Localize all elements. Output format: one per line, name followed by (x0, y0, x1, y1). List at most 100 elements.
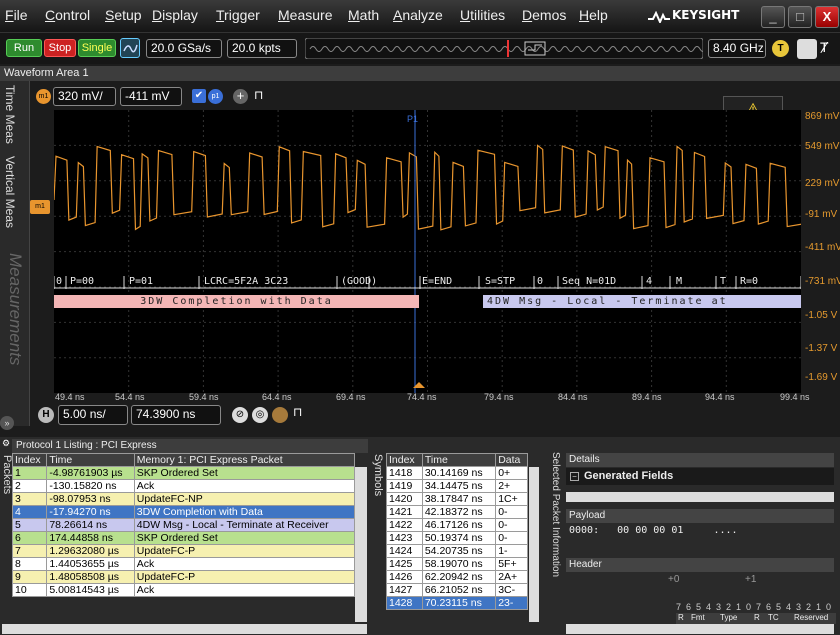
memory-depth-field[interactable]: 20.0 kpts (227, 39, 297, 58)
menu-control[interactable]: Control (45, 7, 90, 23)
gear-icon[interactable]: ⚙ (2, 438, 12, 448)
bit-label: 1 (736, 602, 742, 612)
zoom-icon[interactable]: ⊘ (232, 407, 248, 423)
y-tick-label: -1.69 V (805, 372, 838, 383)
symbol-row[interactable]: 1426 62.20942 ns 2A+ (386, 570, 528, 584)
navigate-icon[interactable] (272, 407, 288, 423)
menu-help[interactable]: Help (579, 7, 608, 23)
col-packet[interactable]: Memory 1: PCI Express Packet (133, 453, 356, 467)
symbol-row[interactable]: 1420 38.17847 ns 1C+ (386, 492, 528, 506)
menu-utilities[interactable]: Utilities (460, 7, 505, 23)
symbol-row[interactable]: 1421 42.18372 ns 0- (386, 505, 528, 519)
waveform-area-title: Waveform Area 1 (0, 66, 840, 81)
symbol-row[interactable]: 1419 34.14475 ns 2+ (386, 479, 528, 493)
header-field: Type (720, 613, 738, 622)
packet-row[interactable]: 6 174.44858 ns SKP Ordered Set (11, 531, 356, 545)
keysight-logo-icon (648, 11, 670, 23)
horizontal-badge[interactable]: H (38, 407, 54, 423)
tab-symbols[interactable]: Symbols (372, 454, 384, 496)
col-index[interactable]: Index (386, 453, 423, 467)
timeline-navigator[interactable] (305, 38, 703, 59)
symbol-row[interactable]: 1422 46.17126 ns 0- (386, 518, 528, 532)
p1-checkbox[interactable]: ✔ (192, 89, 206, 103)
x-tick-label: 74.4 ns (407, 392, 437, 402)
tab-time-meas[interactable]: Time Meas (3, 85, 17, 144)
horizontal-scale-field[interactable]: 5.00 ns/ (58, 405, 128, 425)
search-icon[interactable]: ◎ (252, 407, 268, 423)
p1-badge[interactable]: p1 (208, 89, 223, 104)
minimize-button[interactable]: _ (761, 6, 785, 28)
sample-rate-field[interactable]: 20.0 GSa/s (146, 39, 222, 58)
packet-row[interactable]: 9 1.48058508 µs UpdateFC-P (11, 570, 356, 584)
symbols-scrollbar[interactable] (529, 467, 539, 622)
vertical-offset-field[interactable]: -411 mV (120, 87, 182, 106)
symbol-row[interactable]: 1418 30.14169 ns 0+ (386, 466, 528, 480)
restore-button[interactable]: □ (788, 6, 812, 28)
packet-row[interactable]: 1 -4.98761903 µs SKP Ordered Set (11, 466, 356, 480)
menu-trigger[interactable]: Trigger (216, 7, 260, 23)
packet-hscrollbar[interactable] (2, 624, 367, 634)
packet-scrollbar[interactable] (355, 467, 367, 622)
packet-row[interactable]: 2 -130.15820 ns Ack (11, 479, 356, 493)
menu-file[interactable]: File (5, 7, 28, 23)
packet-row[interactable]: 10 5.00814543 µs Ack (11, 583, 356, 597)
menu-demos[interactable]: Demos (522, 7, 566, 23)
pin-icon[interactable]: ⊓ (293, 405, 302, 419)
cell-packet: Ack (133, 583, 356, 597)
menu-math[interactable]: Math (348, 7, 379, 23)
col-index[interactable]: Index (11, 453, 48, 467)
symbol-row[interactable]: 1428 70.23115 ns 23- (386, 596, 528, 610)
packet-row[interactable]: 7 1.29632080 µs UpdateFC-P (11, 544, 356, 558)
tab-vertical-meas[interactable]: Vertical Meas (3, 156, 17, 228)
m1-ground-marker[interactable]: m1 (30, 200, 50, 214)
cell-index: 8 (11, 557, 48, 571)
details-hscrollbar[interactable] (566, 492, 834, 502)
packet-row[interactable]: 8 1.44053655 µs Ack (11, 557, 356, 571)
cell-data: 2+ (495, 479, 528, 493)
vertical-scale-field[interactable]: 320 mV/ (53, 87, 116, 106)
menu-display[interactable]: Display (152, 7, 198, 23)
cell-time: 38.17847 ns (421, 492, 497, 506)
autoscale-icon[interactable] (120, 38, 140, 58)
cell-time: 78.26614 ns (46, 518, 135, 532)
stop-button[interactable]: Stop (44, 39, 76, 57)
symbol-row[interactable]: 1427 66.21052 ns 3C- (386, 583, 528, 597)
m1-badge[interactable]: m1 (36, 89, 51, 104)
symbol-row[interactable]: 1424 54.20735 ns 1- (386, 544, 528, 558)
horizontal-position-field[interactable]: 74.3900 ns (131, 405, 221, 425)
y-tick-label: 229 mV (805, 178, 840, 189)
col-time[interactable]: Time (421, 453, 497, 467)
x-tick-label: 69.4 ns (336, 392, 366, 402)
trigger-level-icon[interactable] (797, 39, 817, 59)
collapse-icon[interactable]: − (570, 472, 579, 481)
menu-setup[interactable]: Setup (105, 7, 142, 23)
packet-row[interactable]: 3 -98.07953 ns UpdateFC-NP (11, 492, 356, 506)
symbol-row[interactable]: 1423 50.19374 ns 0- (386, 531, 528, 545)
menu-measure[interactable]: Measure (278, 7, 332, 23)
x-tick-label: 89.4 ns (632, 392, 662, 402)
listing-title: Protocol 1 Listing : PCI Express (12, 439, 368, 453)
expand-panel-icon[interactable]: » (0, 416, 14, 430)
menu-analyze[interactable]: Analyze (393, 7, 443, 23)
header-hscrollbar[interactable] (566, 624, 834, 634)
packet-row[interactable]: 5 78.26614 ns 4DW Msg - Local - Terminate … (11, 518, 356, 532)
bandwidth-field[interactable]: 8.40 GHz (708, 39, 766, 58)
single-button[interactable]: Single (78, 39, 116, 57)
generated-fields-node[interactable]: Generated Fields (566, 468, 834, 485)
decode-packet-msg[interactable]: 4DW Msg - Local - Terminate at (483, 295, 801, 308)
trigger-badge[interactable]: T (772, 40, 789, 57)
add-channel-button[interactable]: + (233, 89, 248, 104)
tab-measurements[interactable]: Measurements (5, 253, 25, 365)
y-tick-label: 549 mV (805, 141, 840, 152)
decode-packet-completion[interactable]: 3DW Completion with Data (54, 295, 419, 308)
run-button[interactable]: Run (6, 39, 42, 57)
trigger-mode-icon[interactable]: Ⱦ (820, 39, 840, 59)
close-button[interactable]: X (815, 6, 839, 28)
col-data[interactable]: Data (495, 453, 528, 467)
col-time[interactable]: Time (46, 453, 135, 467)
symbol-row[interactable]: 1425 58.19070 ns 5F+ (386, 557, 528, 571)
cell-time: 30.14169 ns (421, 466, 497, 480)
pin-icon[interactable]: ⊓ (254, 88, 263, 102)
packet-row[interactable]: 4 -17.94270 ns 3DW Completion with Data (11, 505, 356, 519)
tab-selected-packet-info[interactable]: Selected Packet Information (550, 452, 561, 577)
